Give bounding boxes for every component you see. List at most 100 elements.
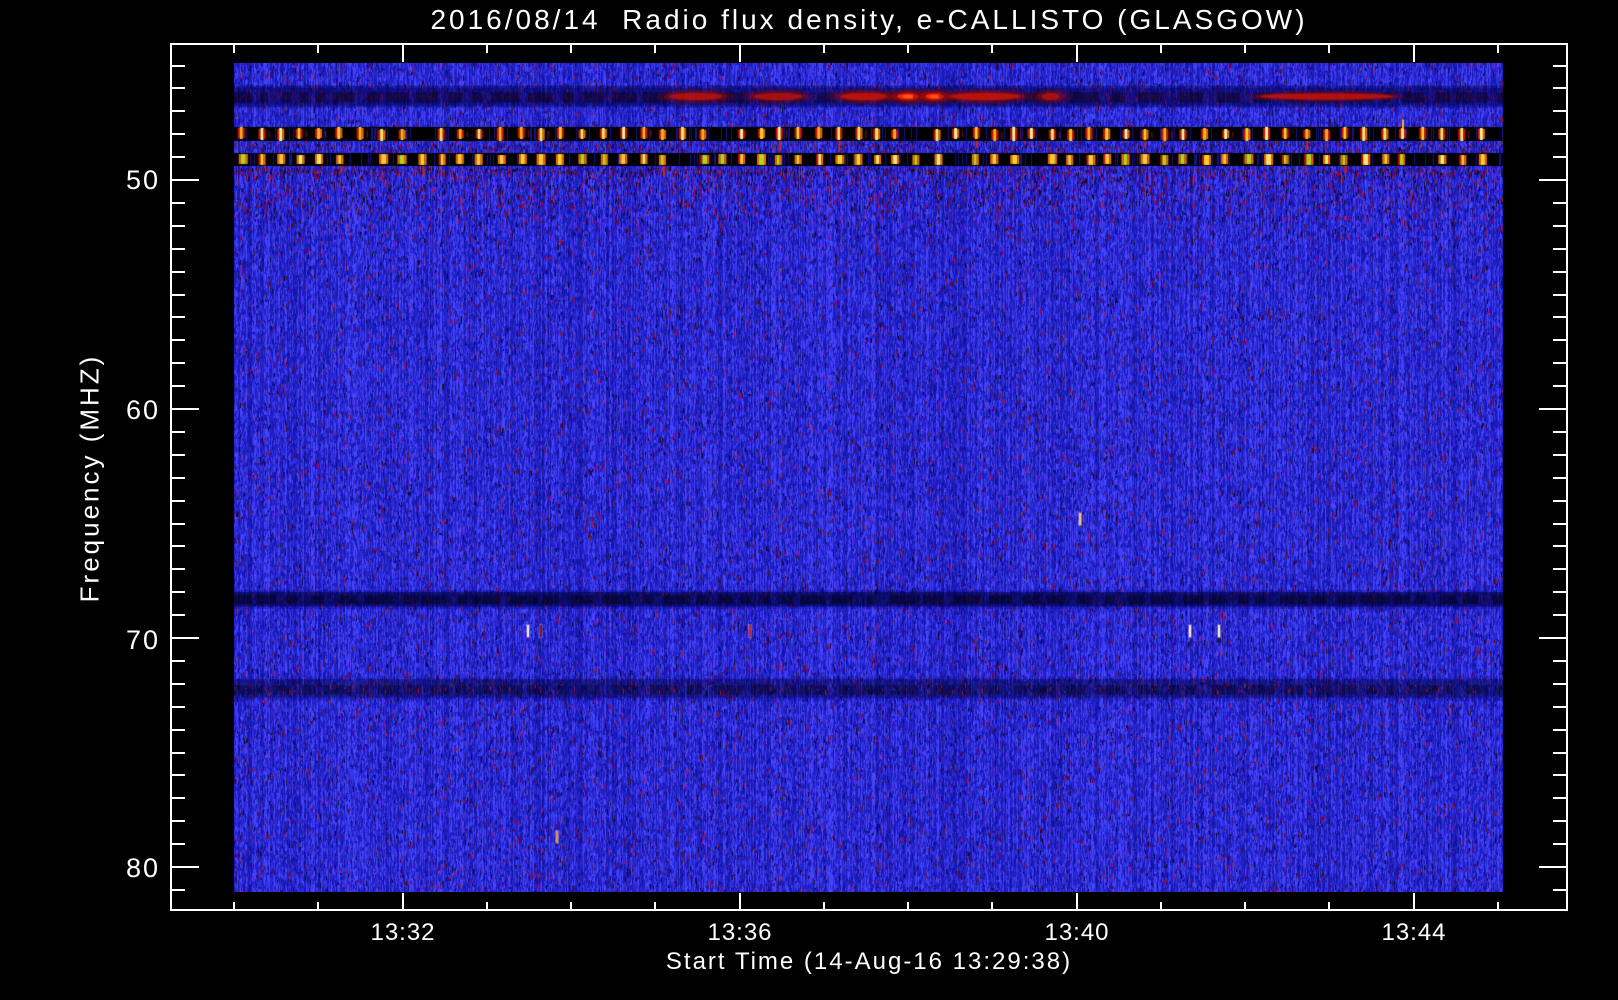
tick-mark xyxy=(172,706,185,708)
tick-mark xyxy=(1553,362,1566,364)
tick-mark xyxy=(1553,729,1566,731)
tick-mark xyxy=(739,45,741,62)
tick-mark xyxy=(1553,683,1566,685)
tick-mark xyxy=(172,248,185,250)
tick-mark xyxy=(402,893,404,910)
tick-mark xyxy=(1553,156,1566,158)
tick-mark xyxy=(1076,45,1078,62)
tick-mark xyxy=(1553,752,1566,754)
tick-mark xyxy=(172,408,199,410)
tick-mark xyxy=(1553,454,1566,456)
tick-mark xyxy=(1553,225,1566,227)
tick-mark xyxy=(1553,568,1566,570)
tick-mark xyxy=(1553,660,1566,662)
tick-mark xyxy=(172,866,199,868)
tick-mark xyxy=(1553,133,1566,135)
tick-mark xyxy=(172,385,185,387)
tick-mark xyxy=(823,902,825,910)
radio-spectrogram-heatmap xyxy=(234,63,1503,892)
tick-mark xyxy=(233,902,235,910)
tick-mark xyxy=(172,179,199,181)
tick-mark xyxy=(1553,545,1566,547)
tick-mark xyxy=(1553,87,1566,89)
tick-mark xyxy=(654,45,656,53)
tick-mark xyxy=(172,294,185,296)
tick-mark xyxy=(1553,316,1566,318)
tick-mark xyxy=(739,893,741,910)
tick-mark xyxy=(172,362,185,364)
y-tick-label-80: 80 xyxy=(125,853,160,883)
tick-mark xyxy=(1160,45,1162,53)
tick-mark xyxy=(172,774,185,776)
tick-mark xyxy=(1413,45,1415,62)
tick-mark xyxy=(1553,706,1566,708)
tick-mark xyxy=(654,902,656,910)
tick-mark xyxy=(172,729,185,731)
tick-mark xyxy=(907,45,909,53)
tick-mark xyxy=(1553,110,1566,112)
tick-mark xyxy=(172,431,185,433)
tick-mark xyxy=(1539,866,1566,868)
tick-mark xyxy=(1328,902,1330,910)
tick-mark xyxy=(1553,248,1566,250)
tick-mark xyxy=(1553,271,1566,273)
tick-mark xyxy=(823,45,825,53)
tick-mark xyxy=(991,45,993,53)
tick-mark xyxy=(486,45,488,53)
tick-mark xyxy=(172,87,185,89)
tick-mark xyxy=(1553,431,1566,433)
tick-mark xyxy=(172,156,185,158)
tick-mark xyxy=(172,202,185,204)
tick-mark xyxy=(907,902,909,910)
tick-mark xyxy=(1539,408,1566,410)
tick-mark xyxy=(1539,179,1566,181)
tick-mark xyxy=(1553,774,1566,776)
tick-mark xyxy=(1553,202,1566,204)
x-axis-title: Start Time (14-Aug-16 13:29:38) xyxy=(665,948,1073,975)
tick-mark xyxy=(1539,637,1566,639)
tick-mark xyxy=(172,133,185,135)
tick-mark xyxy=(172,110,185,112)
tick-mark xyxy=(317,45,319,53)
tick-mark xyxy=(486,902,488,910)
tick-mark xyxy=(1160,902,1162,910)
x-tick-label-1332: 13:32 xyxy=(370,919,436,946)
tick-mark xyxy=(172,660,185,662)
y-tick-label-50: 50 xyxy=(125,165,160,195)
tick-mark xyxy=(172,65,185,67)
page-title: 2016/08/14 Radio flux density, e-CALLIST… xyxy=(430,4,1308,35)
tick-mark xyxy=(172,591,185,593)
tick-mark xyxy=(172,545,185,547)
tick-mark xyxy=(1553,339,1566,341)
tick-mark xyxy=(1553,614,1566,616)
tick-mark xyxy=(1244,45,1246,53)
y-axis-title: Frequency (MHZ) xyxy=(74,353,105,603)
tick-mark xyxy=(172,454,185,456)
tick-mark xyxy=(172,271,185,273)
tick-mark xyxy=(1553,294,1566,296)
tick-mark xyxy=(1553,843,1566,845)
tick-mark xyxy=(570,902,572,910)
tick-mark xyxy=(1553,65,1566,67)
tick-mark xyxy=(1244,902,1246,910)
tick-mark xyxy=(1413,893,1415,910)
tick-mark xyxy=(1553,477,1566,479)
tick-mark xyxy=(402,45,404,62)
tick-mark xyxy=(233,45,235,53)
x-tick-label-1336: 13:36 xyxy=(707,919,773,946)
tick-mark xyxy=(1553,797,1566,799)
tick-mark xyxy=(172,500,185,502)
tick-mark xyxy=(1497,902,1499,910)
callisto-spectrogram-page: 2016/08/14 Radio flux density, e-CALLIST… xyxy=(0,0,1618,1000)
tick-mark xyxy=(1553,591,1566,593)
tick-mark xyxy=(172,752,185,754)
tick-mark xyxy=(1553,820,1566,822)
tick-mark xyxy=(1553,523,1566,525)
tick-mark xyxy=(1497,45,1499,53)
tick-mark xyxy=(172,820,185,822)
y-tick-label-70: 70 xyxy=(125,625,160,655)
tick-mark xyxy=(172,316,185,318)
tick-mark xyxy=(1328,45,1330,53)
tick-mark xyxy=(172,797,185,799)
tick-mark xyxy=(172,843,185,845)
